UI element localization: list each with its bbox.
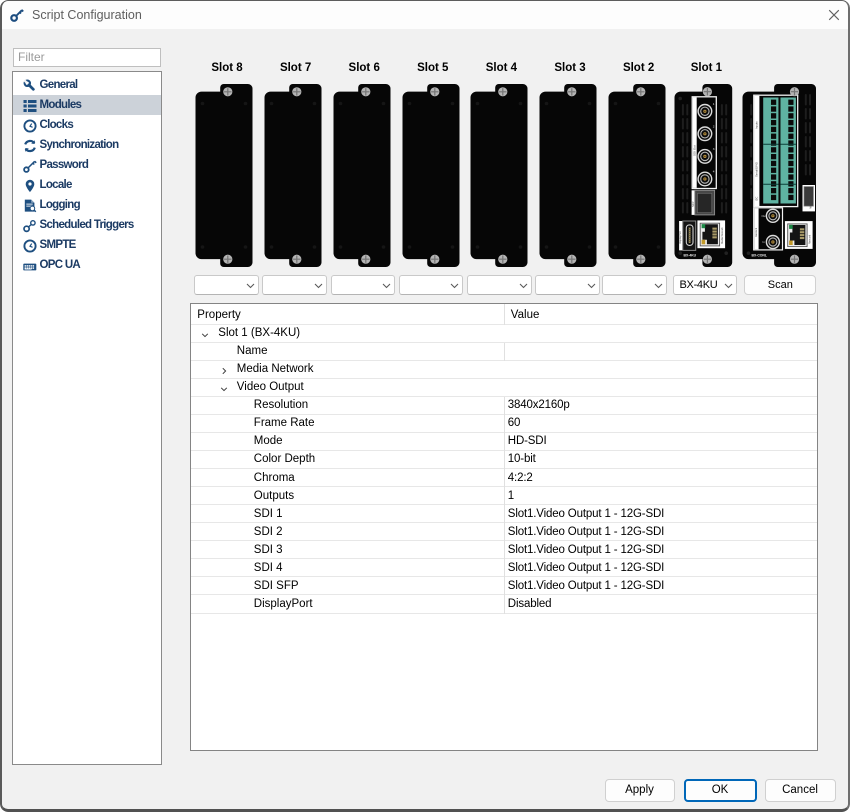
svg-text:BX-CONL: BX-CONL — [751, 253, 766, 257]
svg-text:Serial/GPIO: Serial/GPIO — [754, 161, 758, 177]
svg-text:4: 4 — [713, 169, 715, 173]
svg-text:Genlock: Genlock — [754, 227, 757, 237]
svg-text:I2C: I2C — [754, 196, 758, 200]
svg-text:MicroSD: MicroSD — [809, 199, 812, 209]
svg-text:1: 1 — [713, 101, 715, 105]
svg-text:Network: Network — [808, 234, 811, 244]
svg-text:3: 3 — [713, 146, 715, 150]
svg-text:SFP: SFP — [691, 201, 695, 207]
svg-text:SDI Out: SDI Out — [692, 145, 696, 156]
svg-text:BX-4KU: BX-4KU — [684, 253, 697, 257]
svg-text:Inputs: Inputs — [754, 120, 758, 128]
svg-text:Out: Out — [761, 214, 766, 218]
svg-text:2: 2 — [713, 124, 715, 128]
svg-text:Media Network: Media Network — [721, 226, 724, 243]
svg-text:DisplayPort: DisplayPort — [679, 230, 682, 243]
